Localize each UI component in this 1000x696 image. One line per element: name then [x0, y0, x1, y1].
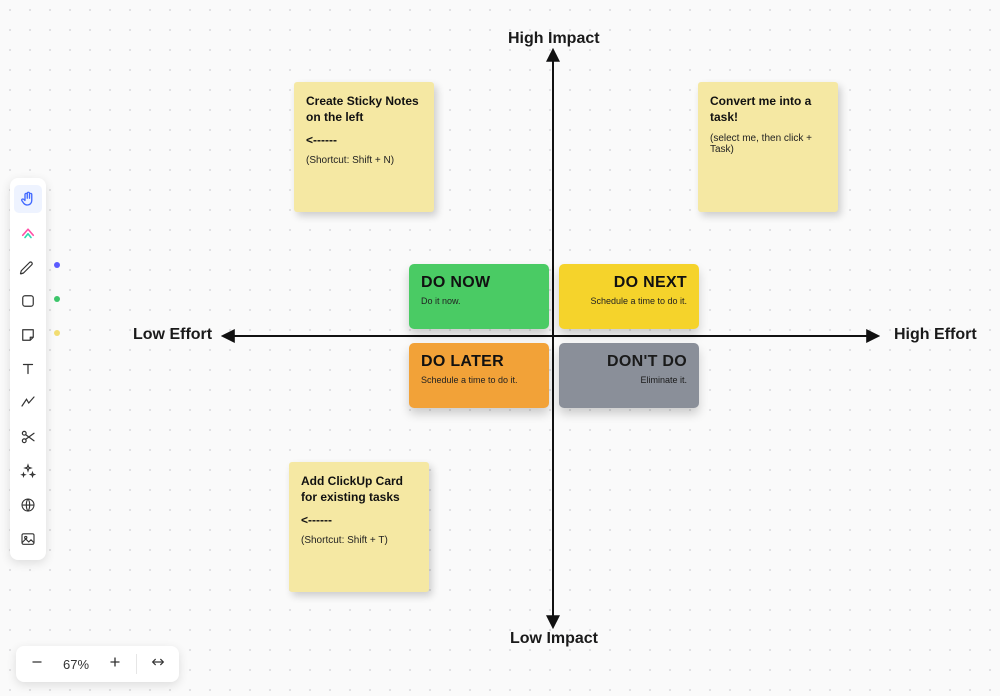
text-icon [19, 360, 37, 378]
sticky-sub: (Shortcut: Shift + T) [301, 535, 417, 546]
block-subtitle: Eliminate it. [640, 375, 687, 385]
sticky-title: Create Sticky Notes on the left [306, 94, 422, 125]
sticky-title: Convert me into a task! [710, 94, 826, 125]
connector-icon [19, 394, 37, 412]
image-icon [19, 530, 37, 548]
zoom-out-button[interactable] [22, 650, 52, 678]
axis-label-top: High Impact [508, 30, 600, 48]
block-subtitle: Schedule a time to do it. [421, 375, 537, 385]
zoom-level[interactable]: 67% [56, 657, 96, 672]
shape-color-dot [54, 296, 60, 302]
sticky-note-tool[interactable] [14, 321, 42, 349]
hand-icon [19, 190, 37, 208]
block-subtitle: Do it now. [421, 296, 537, 306]
clickup-tool[interactable] [14, 219, 42, 247]
block-do-now[interactable]: DO NOW Do it now. [409, 264, 549, 329]
plus-icon [107, 654, 123, 675]
sticky-sub: (select me, then click + Task) [710, 133, 826, 155]
sticky-color-dot [54, 330, 60, 336]
axis-label-bottom: Low Impact [510, 630, 598, 648]
minus-icon [29, 654, 45, 675]
block-title: DO NOW [421, 274, 537, 292]
block-do-next[interactable]: DO NEXT Schedule a time to do it. [559, 264, 699, 329]
square-icon [19, 292, 37, 310]
sticky-sub: (Shortcut: Shift + N) [306, 155, 422, 166]
zoom-in-button[interactable] [100, 650, 130, 678]
fit-icon [150, 654, 166, 675]
block-title: DO LATER [421, 353, 537, 371]
globe-icon [19, 496, 37, 514]
web-tool[interactable] [14, 491, 42, 519]
image-tool[interactable] [14, 525, 42, 553]
pen-icon [19, 258, 37, 276]
hand-tool[interactable] [14, 185, 42, 213]
sticky-note-icon [19, 326, 37, 344]
sticky-note[interactable]: Convert me into a task! (select me, then… [698, 82, 838, 212]
magic-tool[interactable] [14, 457, 42, 485]
text-tool[interactable] [14, 355, 42, 383]
pen-tool[interactable] [14, 253, 42, 281]
sticky-note[interactable]: Create Sticky Notes on the left <------ … [294, 82, 434, 212]
sticky-title: Add ClickUp Card for existing tasks [301, 474, 417, 505]
block-title: DO NEXT [614, 274, 687, 292]
pen-color-dot [54, 262, 60, 268]
left-toolbar [10, 178, 46, 560]
shape-tool[interactable] [14, 287, 42, 315]
connector-tool[interactable] [14, 389, 42, 417]
clickup-icon [19, 224, 37, 242]
block-title: DON'T DO [607, 353, 687, 371]
scissors-icon [19, 428, 37, 446]
block-subtitle: Schedule a time to do it. [590, 296, 687, 306]
sparkle-icon [19, 462, 37, 480]
axis-label-left: Low Effort [133, 326, 212, 344]
fit-to-screen-button[interactable] [143, 650, 173, 678]
axis-label-right: High Effort [894, 326, 977, 344]
scissors-tool[interactable] [14, 423, 42, 451]
sticky-note[interactable]: Add ClickUp Card for existing tasks <---… [289, 462, 429, 592]
block-do-later[interactable]: DO LATER Schedule a time to do it. [409, 343, 549, 408]
sticky-arrow: <------ [301, 513, 417, 527]
zoom-bar: 67% [16, 646, 179, 682]
sticky-arrow: <------ [306, 133, 422, 147]
zoom-separator [136, 654, 137, 674]
block-dont-do[interactable]: DON'T DO Eliminate it. [559, 343, 699, 408]
